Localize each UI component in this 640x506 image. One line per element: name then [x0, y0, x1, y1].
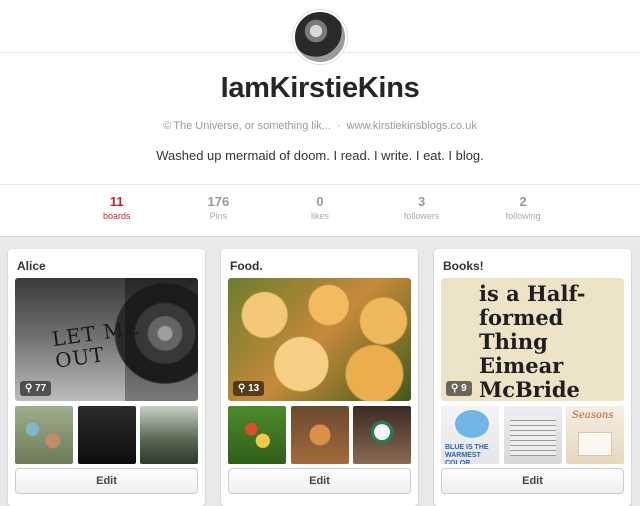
profile-header: IamKirstieKins © The Universe, or somethi… — [0, 0, 640, 236]
stat-value: 11 — [109, 194, 124, 209]
edit-board-button[interactable]: Edit — [15, 468, 198, 494]
board-thumbnail[interactable] — [15, 406, 73, 464]
stat-followers[interactable]: 3 followers — [371, 194, 473, 228]
board-card-books[interactable]: Books! is a Half-formed Thing Eimear McB… — [434, 249, 631, 506]
board-thumbnail[interactable] — [78, 406, 136, 464]
pin-count-badge: ⚲ 9 — [446, 381, 472, 396]
stat-following[interactable]: 2 following — [472, 194, 574, 228]
pin-count-badge: ⚲ 77 — [20, 381, 52, 396]
meta-separator: · — [336, 120, 341, 132]
board-cover-image[interactable]: ⚲ 13 — [228, 278, 411, 401]
stat-value: 3 — [417, 194, 426, 209]
stat-label: following — [505, 211, 541, 221]
pushpin-icon: ⚲ — [25, 383, 33, 394]
board-cover-image[interactable]: LET ME OUT ⚲ 77 — [15, 278, 198, 401]
divider — [0, 236, 640, 237]
board-thumbnail[interactable] — [140, 406, 198, 464]
text-page-art — [510, 416, 556, 456]
stat-label: Pins — [209, 211, 228, 221]
profile-website-link[interactable]: www.kirstiekinsblogs.co.uk — [347, 120, 477, 132]
cover-book-title: is a Half-formed Thing Eimear McBride — [479, 281, 586, 402]
stat-value: 0 — [316, 194, 324, 209]
profile-name: IamKirstieKins — [220, 72, 420, 104]
board-thumbnail[interactable] — [504, 406, 562, 464]
board-thumbnail[interactable]: Seasons — [566, 406, 624, 464]
board-title[interactable]: Alice — [17, 259, 46, 273]
board-thumbnail[interactable]: BLUE IS THE WARMEST COLOR — [441, 406, 499, 464]
divider — [0, 184, 640, 185]
stat-value: 176 — [207, 194, 230, 209]
avatar[interactable] — [293, 10, 347, 64]
stat-label: boards — [103, 211, 131, 221]
board-card-alice[interactable]: Alice LET ME OUT ⚲ 77 Edit — [8, 249, 205, 506]
stat-label: likes — [310, 211, 329, 221]
profile-meta: © The Universe, or something lik... · www.k… — [0, 120, 640, 132]
stat-label: followers — [403, 211, 440, 221]
thumbnail-script-text: Seasons — [572, 410, 614, 421]
pushpin-icon: ⚲ — [238, 383, 246, 394]
book-box-art — [578, 432, 612, 456]
cover-graffiti-text: LET ME OUT — [50, 314, 142, 373]
edit-board-button[interactable]: Edit — [441, 468, 624, 494]
stat-boards[interactable]: 11 boards — [66, 194, 168, 228]
pushpin-icon: ⚲ — [451, 383, 459, 394]
stat-likes[interactable]: 0 likes — [269, 194, 371, 228]
board-title[interactable]: Books! — [443, 259, 484, 273]
profile-location: The Universe, or something lik... — [173, 120, 331, 132]
board-cover-image[interactable]: is a Half-formed Thing Eimear McBride ⚲ … — [441, 278, 624, 401]
pin-count: 77 — [35, 383, 47, 394]
profile-stats: 11 boards 176 Pins 0 likes 3 followers 2… — [66, 194, 574, 228]
book-cover-art — [455, 410, 489, 438]
pin-count: 9 — [461, 383, 467, 394]
board-title[interactable]: Food. — [230, 259, 263, 273]
stat-pins[interactable]: 176 Pins — [168, 194, 270, 228]
board-thumbnail[interactable] — [291, 406, 349, 464]
pin-count: 13 — [248, 383, 260, 394]
copyright-icon: © — [163, 120, 172, 132]
board-thumbnail[interactable] — [228, 406, 286, 464]
edit-board-button[interactable]: Edit — [228, 468, 411, 494]
pin-count-badge: ⚲ 13 — [233, 381, 265, 396]
profile-bio: Washed up mermaid of doom. I read. I wri… — [156, 148, 484, 163]
board-card-food[interactable]: Food. ⚲ 13 Edit — [221, 249, 418, 506]
board-thumbnail[interactable] — [353, 406, 411, 464]
stat-value: 2 — [519, 194, 527, 209]
thumbnail-book-title: BLUE IS THE WARMEST COLOR — [445, 444, 489, 464]
